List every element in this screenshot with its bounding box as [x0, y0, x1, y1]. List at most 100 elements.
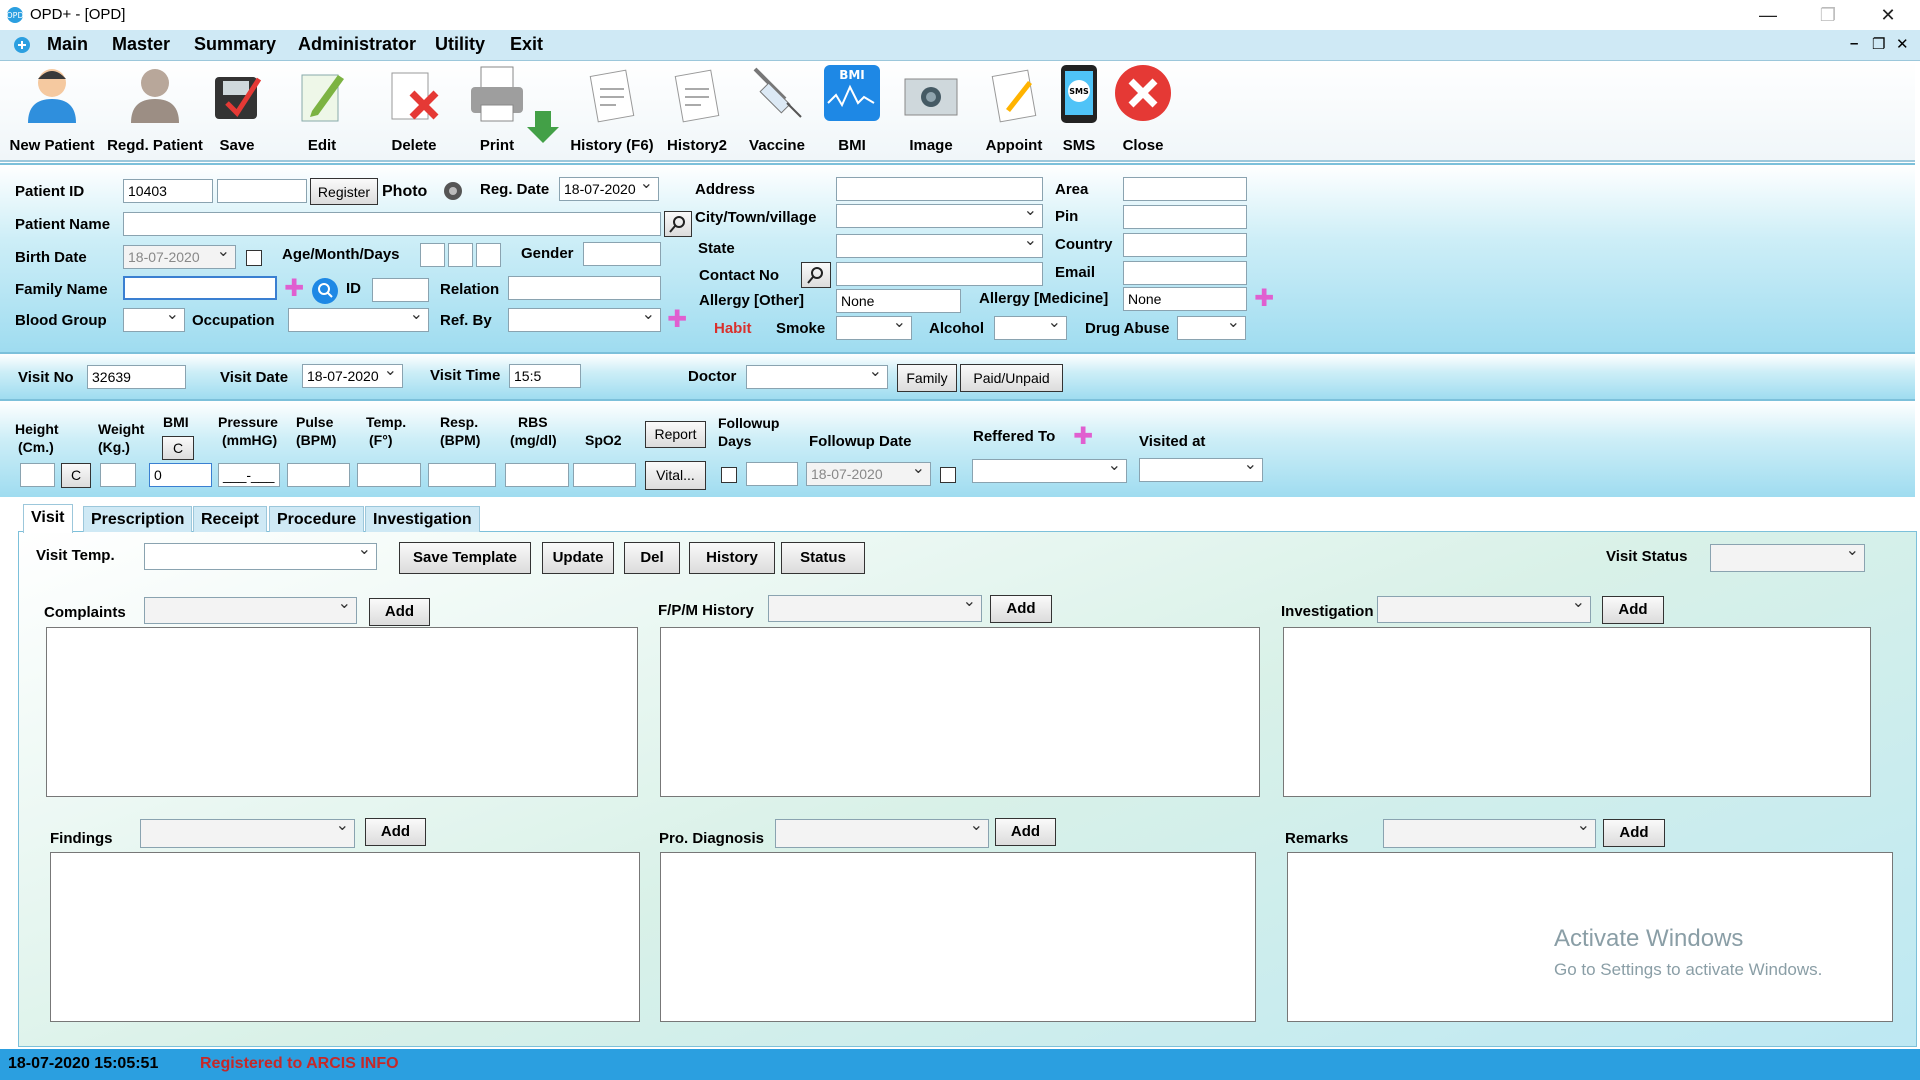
visited-at-select[interactable] — [1139, 458, 1263, 482]
contact-input[interactable] — [836, 262, 1043, 286]
mdi-restore-icon[interactable]: ❐ — [1872, 35, 1885, 53]
vaccine-button[interactable]: Vaccine — [740, 61, 814, 160]
followup-days-input[interactable] — [746, 462, 798, 486]
fpm-history-select[interactable] — [768, 595, 982, 622]
family-lookup-icon[interactable] — [311, 277, 339, 305]
tab-prescription[interactable]: Prescription — [83, 506, 193, 532]
blood-group-select[interactable] — [123, 308, 185, 332]
history-button[interactable]: History — [689, 542, 775, 574]
ref-by-select[interactable] — [508, 308, 661, 332]
birth-date-picker[interactable]: 18-07-2020 — [123, 245, 236, 269]
age-years-input[interactable] — [420, 243, 445, 267]
fpm-history-add-button[interactable]: Add — [990, 595, 1052, 623]
pin-input[interactable] — [1123, 205, 1247, 229]
image-button[interactable]: Image — [894, 61, 968, 160]
spo2-input[interactable] — [573, 463, 636, 487]
bmi-button[interactable]: BMI BMI — [820, 61, 884, 160]
remarks-add-button[interactable]: Add — [1603, 819, 1665, 847]
referred-to-select[interactable] — [972, 459, 1127, 483]
investigation-select[interactable] — [1377, 596, 1591, 623]
visit-status-select[interactable] — [1710, 544, 1865, 572]
tab-receipt[interactable]: Receipt — [193, 506, 267, 532]
tab-investigation[interactable]: Investigation — [365, 506, 480, 532]
complaints-select[interactable] — [144, 597, 357, 624]
pulse-input[interactable] — [287, 463, 350, 487]
remarks-select[interactable] — [1383, 819, 1596, 848]
window-close-icon[interactable]: ✕ — [1860, 0, 1916, 30]
area-input[interactable] — [1123, 177, 1247, 201]
patient-id-input[interactable]: 10403 — [123, 179, 213, 203]
pro-diagnosis-select[interactable] — [775, 819, 989, 848]
menu-exit[interactable]: Exit — [510, 34, 543, 55]
gender-input[interactable] — [583, 242, 661, 266]
fpm-history-textbox[interactable] — [660, 627, 1260, 797]
age-days-input[interactable] — [476, 243, 501, 267]
print-dropdown-arrow-icon[interactable] — [527, 109, 559, 145]
allergy-medicine-input[interactable]: None — [1123, 287, 1247, 311]
mdi-close-icon[interactable]: ✕ — [1896, 35, 1909, 53]
visit-template-select[interactable] — [144, 543, 377, 570]
sms-button[interactable]: SMS SMS — [1056, 61, 1102, 160]
city-select[interactable] — [836, 204, 1043, 228]
add-referred-icon[interactable]: ✚ — [1073, 425, 1093, 449]
state-select[interactable] — [836, 234, 1043, 258]
email-input[interactable] — [1123, 261, 1247, 285]
menu-administrator[interactable]: Administrator — [298, 34, 416, 55]
print-button[interactable]: Print — [462, 61, 532, 160]
bmi-value-input[interactable]: 0 — [149, 463, 212, 487]
add-family-icon[interactable]: ✚ — [284, 277, 304, 301]
patient-id-extra-input[interactable] — [217, 179, 307, 203]
pressure-input[interactable]: ___-___ — [218, 463, 280, 487]
country-input[interactable] — [1123, 233, 1247, 257]
findings-add-button[interactable]: Add — [365, 818, 426, 846]
age-months-input[interactable] — [448, 243, 473, 267]
address-input[interactable] — [836, 177, 1043, 201]
occupation-select[interactable] — [288, 308, 429, 332]
patient-search-button[interactable] — [664, 211, 692, 237]
mdi-minimize-icon[interactable]: – — [1850, 35, 1858, 52]
reg-date-picker[interactable]: 18-07-2020 — [559, 177, 659, 201]
menu-main[interactable]: Main — [47, 34, 88, 55]
del-button[interactable]: Del — [624, 542, 680, 574]
height-convert-button[interactable]: C — [61, 463, 91, 488]
new-patient-button[interactable]: New Patient — [6, 61, 98, 160]
height-input[interactable] — [20, 463, 55, 487]
investigation-add-button[interactable]: Add — [1602, 596, 1664, 624]
alcohol-select[interactable] — [994, 316, 1067, 340]
close-button[interactable]: Close — [1110, 61, 1176, 160]
vitals-button[interactable]: Vital... — [645, 461, 706, 490]
visit-date-picker[interactable]: 18-07-2020 — [302, 364, 403, 388]
delete-button[interactable]: Delete — [380, 61, 448, 160]
temp-input[interactable] — [357, 463, 421, 487]
relation-input[interactable] — [508, 276, 661, 300]
paid-unpaid-button[interactable]: Paid/Unpaid — [960, 364, 1063, 392]
smoke-select[interactable] — [836, 316, 912, 340]
menu-summary[interactable]: Summary — [194, 34, 276, 55]
add-allergy-icon[interactable]: ✚ — [1254, 287, 1274, 311]
add-ref-by-icon[interactable]: ✚ — [667, 308, 687, 332]
tab-procedure[interactable]: Procedure — [269, 506, 365, 532]
history-f6-button[interactable]: History (F6) — [568, 61, 656, 160]
appoint-button[interactable]: Appoint — [978, 61, 1050, 160]
family-name-input[interactable] — [123, 276, 277, 300]
followup-date-checkbox[interactable] — [940, 467, 956, 483]
rbs-input[interactable] — [505, 463, 569, 487]
visit-time-input[interactable]: 15:5 — [509, 364, 581, 388]
edit-button[interactable]: Edit — [290, 61, 354, 160]
findings-select[interactable] — [140, 819, 355, 848]
followup-checkbox[interactable] — [721, 467, 737, 483]
save-button[interactable]: Save — [206, 61, 268, 160]
photo-camera-icon[interactable] — [440, 179, 466, 203]
registered-patient-button[interactable]: Regd. Patient — [104, 61, 206, 160]
report-button[interactable]: Report — [645, 421, 706, 448]
register-button[interactable]: Register — [310, 178, 378, 205]
minimize-icon[interactable]: — — [1740, 0, 1796, 30]
weight-input[interactable] — [100, 463, 136, 487]
family-button[interactable]: Family — [897, 364, 957, 392]
maximize-icon[interactable]: ❐ — [1800, 0, 1856, 30]
menu-master[interactable]: Master — [112, 34, 170, 55]
followup-date-picker[interactable]: 18-07-2020 — [806, 462, 931, 486]
allergy-other-input[interactable]: None — [836, 289, 961, 313]
save-template-button[interactable]: Save Template — [399, 542, 531, 574]
birth-date-checkbox[interactable] — [246, 250, 262, 266]
